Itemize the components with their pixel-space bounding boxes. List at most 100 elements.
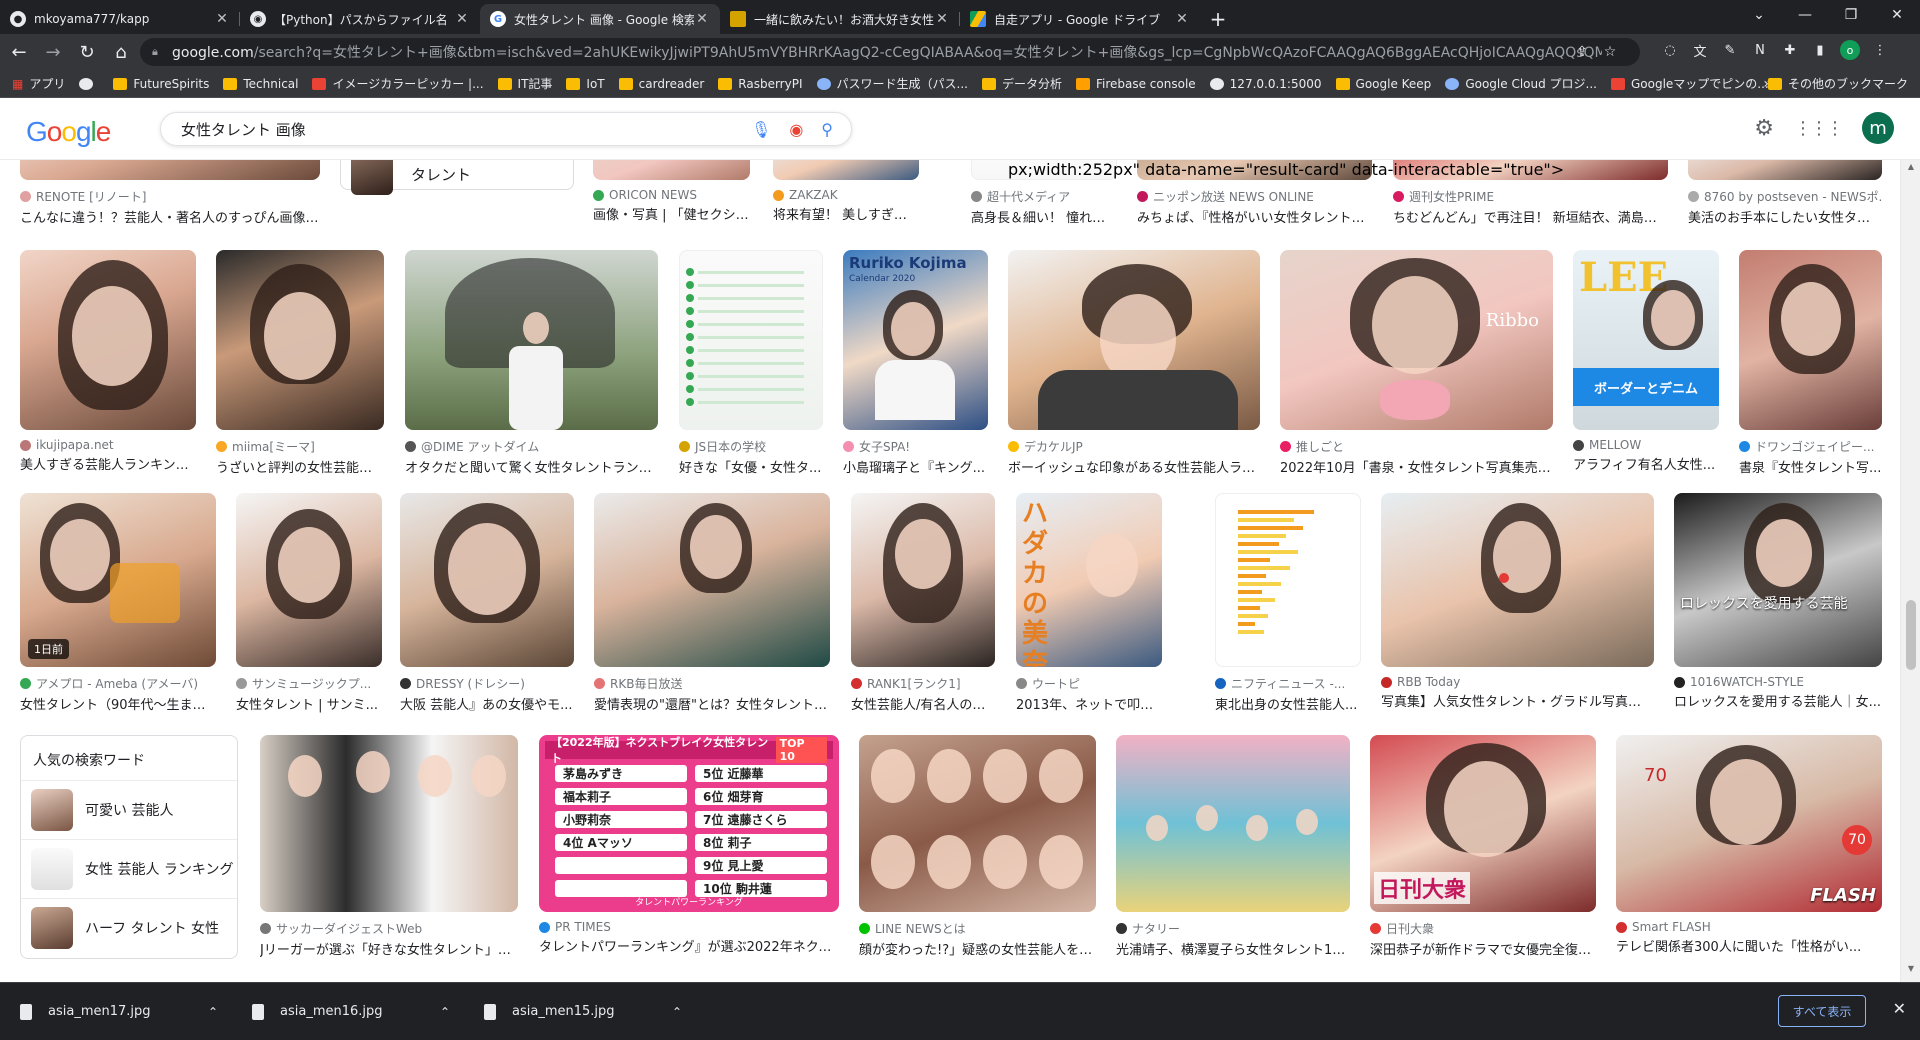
scroll-up-icon[interactable]: ▲ xyxy=(1901,162,1920,178)
close-icon[interactable]: ✕ xyxy=(454,11,470,27)
scroll-down-icon[interactable]: ▼ xyxy=(1901,964,1920,980)
result-card[interactable]: LEE ボーダーとデニム MELLOW アラフィフ有名人女性... xyxy=(1573,250,1719,473)
camera-lens-icon[interactable]: ◉ xyxy=(789,120,803,139)
profile-icon[interactable]: o xyxy=(1840,40,1860,60)
result-image[interactable] xyxy=(236,493,382,667)
result-image[interactable] xyxy=(20,250,196,430)
bookmark-apps[interactable]: ▦ アプリ xyxy=(12,75,65,92)
result-card[interactable]: Ribbo 推しごと 2022年10月「書泉・女性タレント写真集売上... xyxy=(1280,250,1553,476)
search-query[interactable]: 女性タレント 画像 xyxy=(181,119,751,140)
bookmark-star-icon[interactable]: ☆ xyxy=(1600,42,1620,62)
translate-icon[interactable]: 文 xyxy=(1690,40,1710,60)
bookmark-site[interactable]: パスワード生成（パス... xyxy=(816,75,968,92)
result-image[interactable] xyxy=(859,735,1096,912)
result-image[interactable]: 70 70 FLASH xyxy=(1616,735,1882,912)
result-card[interactable]: デカケルJP ボーイッシュな印象がある女性芸能人ラン... xyxy=(1008,250,1260,476)
result-card[interactable]: ロレックスを愛用する芸能 1016WATCH-STYLE ロレックスを愛用する芸… xyxy=(1674,493,1882,710)
result-card[interactable]: @DIME アットダイム オタクだと聞いて驚く女性タレントランキ... xyxy=(405,250,658,476)
pen-icon[interactable]: ✎ xyxy=(1720,40,1740,60)
result-card[interactable]: RENOTE [リノート] こんなに違う！？芸能人・著名人のすっぴん画像ま... xyxy=(20,160,320,226)
notion-icon[interactable]: N xyxy=(1750,40,1770,60)
result-card[interactable]: 8760 by postseven - NEWSポ... 美活のお手本にしたい女… xyxy=(1688,160,1882,226)
result-card[interactable]: DRESSY (ドレシー) 大阪 芸能人』あの女優やモ... xyxy=(400,493,574,713)
bookmark-folder[interactable]: RasberryPI xyxy=(718,77,803,91)
extension-icon[interactable]: ◌ xyxy=(1660,40,1680,60)
result-image[interactable] xyxy=(1688,160,1882,180)
restore-icon[interactable]: ❐ xyxy=(1828,0,1874,30)
tab-sake[interactable]: 一緒に飲みたい！お酒大好き女性タ ✕ xyxy=(720,4,960,34)
result-card[interactable]: ORICON NEWS 画像・写真 | 「健セクシー... xyxy=(593,160,750,223)
tab-python[interactable]: ◉ 【Python】パスからファイル名（拡張 ✕ xyxy=(240,4,480,34)
result-card[interactable]: 日刊大衆 日刊大衆 深田恭子が新作ドラマで女優完全復帰... xyxy=(1370,735,1596,958)
forward-icon[interactable]: → xyxy=(38,37,68,67)
result-card[interactable]: ニフティニュース -... 東北出身の女性芸能人... xyxy=(1215,493,1361,713)
sidepanel-icon[interactable]: ▮ xyxy=(1810,40,1830,60)
download-item[interactable]: asia_men17.jpg ⌃ xyxy=(0,992,232,1032)
show-all-button[interactable]: すべて表示 xyxy=(1778,995,1866,1027)
download-item[interactable]: asia_men16.jpg ⌃ xyxy=(232,992,464,1032)
result-image[interactable] xyxy=(20,160,320,180)
close-icon[interactable]: ✕ xyxy=(934,11,950,27)
result-card[interactable]: ドワンゴジェイピー... 書泉『女性タレント写... xyxy=(1739,250,1882,476)
result-image[interactable]: Ribbo xyxy=(1280,250,1553,430)
result-card[interactable]: ZAKZAK 将来有望！ 美しすぎる10代の... xyxy=(773,160,919,223)
related-item[interactable]: 可愛い 芸能人 xyxy=(21,780,237,839)
result-card[interactable]: 【2022年版】ネクストブレイク女性タレント TOP 10 茅島みずき 5位 近藤華… xyxy=(539,735,839,955)
home-icon[interactable]: ⌂ xyxy=(106,37,136,67)
url-text[interactable]: google.com/search?q=女性タレント+画像&tbm=isch&v… xyxy=(172,42,1602,62)
bookmark-globe[interactable] xyxy=(79,77,99,90)
google-logo[interactable]: Google xyxy=(26,116,111,148)
lock-icon[interactable]: 🔒︎ xyxy=(152,45,164,59)
bookmark-folder[interactable]: データ分析 xyxy=(981,75,1062,92)
result-card[interactable]: ナタリー 光浦靖子、横澤夏子ら女性タレント10... xyxy=(1116,735,1350,958)
result-image[interactable] xyxy=(1739,250,1882,430)
result-card[interactable]: 70 70 FLASH Smart FLASH テレビ関係者300人に聞いた「性… xyxy=(1616,735,1882,955)
result-image[interactable] xyxy=(216,250,384,430)
result-card[interactable]: Ruriko Kojima Calendar 2020 女子SPA! 小島瑠璃子… xyxy=(843,250,988,476)
result-card[interactable]: 1日前 アメプロ - Ameba (アメーバ) 女性タレント（90年代〜生まれ.… xyxy=(20,493,216,713)
back-icon[interactable]: ← xyxy=(4,37,34,67)
avatar[interactable]: m xyxy=(1862,112,1894,144)
result-card[interactable]: miima[ミーマ] うざいと評判の女性芸能人... xyxy=(216,250,384,476)
result-card[interactable]: サンミュージックプ... 女性タレント | サンミ... xyxy=(236,493,382,713)
result-image[interactable] xyxy=(773,160,919,180)
gear-icon[interactable]: ⚙ xyxy=(1754,116,1774,141)
result-card[interactable]: サッカーダイジェストWeb Jリーガーが選ぶ「好きな女性タレント」ラ... xyxy=(260,735,518,958)
close-icon[interactable]: ✕ xyxy=(1893,999,1906,1018)
close-window-icon[interactable]: ✕ xyxy=(1874,0,1920,30)
result-image[interactable]: ロレックスを愛用する芸能 xyxy=(1674,493,1882,667)
chevron-up-icon[interactable]: ⌃ xyxy=(208,1005,218,1019)
result-card[interactable]: RKB毎日放送 愛情表現の"還暦"とは？女性タレントの... xyxy=(594,493,830,713)
result-image[interactable] xyxy=(405,250,658,430)
bookmark-folder[interactable]: IT記事 xyxy=(497,75,552,92)
related-item[interactable]: 女性 芸能人 ランキング xyxy=(21,839,237,898)
minimize-icon[interactable]: — xyxy=(1782,0,1828,30)
tab-drive[interactable]: 自走アプリ - Google ドライブ ✕ xyxy=(960,4,1200,34)
chevron-up-icon[interactable]: ⌃ xyxy=(440,1005,450,1019)
google-apps-icon[interactable]: ⋮⋮⋮ xyxy=(1794,118,1844,139)
result-card[interactable]: LINE NEWSとは 顔が変わった!?」疑惑の女性芸能人を高須院長... xyxy=(859,735,1096,958)
result-image[interactable] xyxy=(594,493,830,667)
result-image[interactable] xyxy=(400,493,574,667)
close-icon[interactable]: ✕ xyxy=(694,11,710,27)
result-image[interactable] xyxy=(851,493,995,667)
bookmark-site[interactable]: Google Cloud プロジ... xyxy=(1445,75,1597,92)
result-image[interactable]: 【2022年版】ネクストブレイク女性タレント TOP 10 茅島みずき 5位 近藤華… xyxy=(539,735,839,912)
close-icon[interactable]: ✕ xyxy=(214,11,230,27)
menu-icon[interactable]: ⋮ xyxy=(1870,40,1890,60)
new-tab-button[interactable]: + xyxy=(1200,4,1236,34)
bookmark-folder[interactable]: IoT xyxy=(566,77,605,91)
result-card[interactable]: RANK1[ランク1] 女性芸能人/有名人の人... xyxy=(851,493,995,713)
tab-search-icon[interactable]: ⌄ xyxy=(1736,0,1782,30)
result-image[interactable] xyxy=(260,735,518,912)
puzzle-icon[interactable]: ✚ xyxy=(1780,40,1800,60)
result-image[interactable]: 1日前 xyxy=(20,493,216,667)
search-input[interactable]: 女性タレント 画像 🎙︎ ◉ ⚲ xyxy=(160,112,852,146)
search-icon[interactable]: ⚲ xyxy=(821,120,833,139)
result-image[interactable] xyxy=(1381,493,1654,667)
result-image[interactable]: 日刊大衆 xyxy=(1370,735,1596,912)
result-card[interactable]: ikujipapa.net 美人すぎる芸能人ランキング... xyxy=(20,250,196,473)
result-image[interactable]: ハダカの美奈子 xyxy=(1016,493,1162,667)
close-icon[interactable]: ✕ xyxy=(1174,11,1190,27)
bookmark-site[interactable]: Google Keep xyxy=(1335,77,1431,91)
